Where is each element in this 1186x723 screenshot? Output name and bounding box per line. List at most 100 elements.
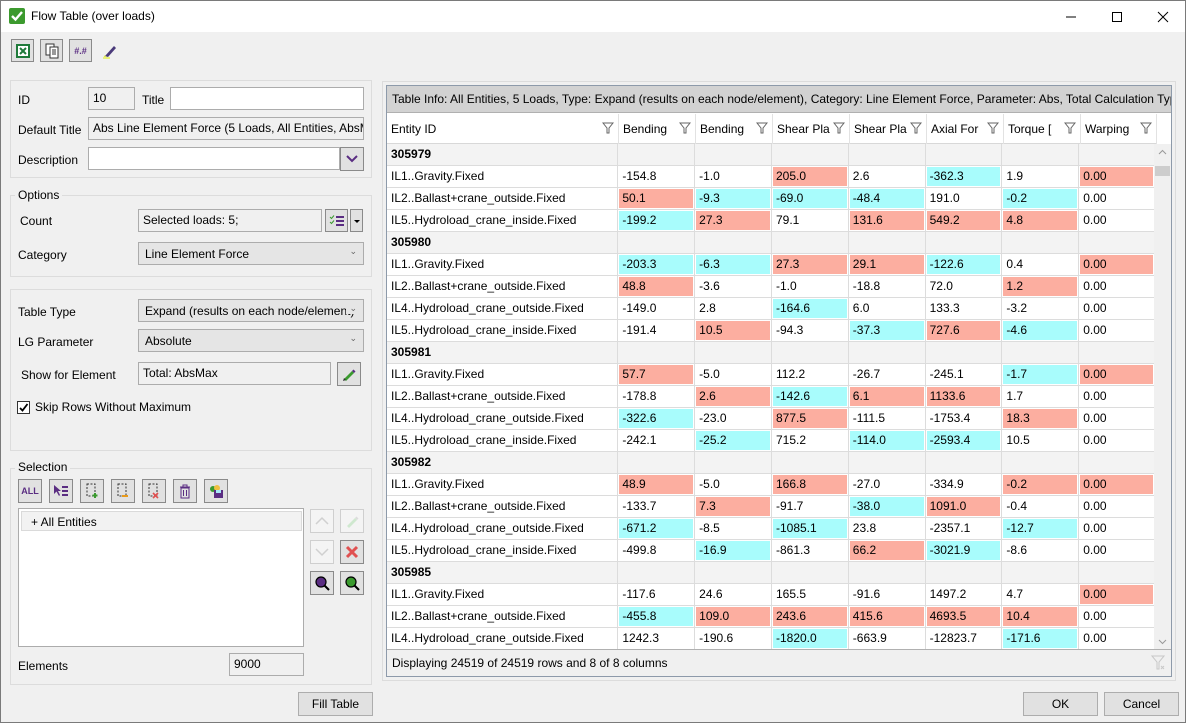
table-row[interactable]: IL4..Hydroload_crane_outside.Fixed -149.0…: [387, 298, 1155, 320]
table-row[interactable]: IL4..Hydroload_crane_outside.Fixed -671.2…: [387, 518, 1155, 540]
filter-icon[interactable]: [832, 122, 846, 137]
value-cell: -9.3: [695, 188, 772, 210]
column-header[interactable]: Warping: [1081, 114, 1157, 144]
table-row[interactable]: IL4..Hydroload_crane_outside.Fixed -322.6…: [387, 408, 1155, 430]
table-row[interactable]: IL5..Hydroload_crane_inside.Fixed -199.2 2…: [387, 210, 1155, 232]
table-row[interactable]: IL5..Hydroload_crane_inside.Fixed -242.1 -…: [387, 430, 1155, 452]
vertical-scrollbar[interactable]: [1154, 144, 1171, 650]
filter-icon[interactable]: [755, 122, 769, 137]
value-cell: -48.4: [848, 188, 926, 210]
cell-value: 6.0: [852, 301, 870, 315]
filter-icon[interactable]: [909, 122, 923, 137]
select-all-button[interactable]: ALL: [18, 479, 42, 503]
column-header[interactable]: Shear Pla: [773, 114, 850, 144]
entity-group-row[interactable]: 305981: [387, 342, 1155, 364]
column-header[interactable]: Bending: [619, 114, 696, 144]
table-row[interactable]: IL1..Gravity.Fixed -117.6 24.6 165.5 -91.6 14…: [387, 584, 1155, 606]
cell-value: 23.8: [852, 521, 877, 535]
highlight-button[interactable]: [98, 39, 121, 62]
select-loads-button[interactable]: [325, 209, 348, 232]
column-header[interactable]: Bending: [696, 114, 773, 144]
scrollbar-thumb[interactable]: [1155, 166, 1170, 176]
column-header[interactable]: Shear Pla: [850, 114, 927, 144]
value-cell: -861.3: [771, 540, 849, 562]
description-input[interactable]: [88, 147, 340, 170]
select-by-list-button[interactable]: [49, 479, 73, 503]
table-row[interactable]: IL5..Hydroload_crane_inside.Fixed -191.4 1…: [387, 320, 1155, 342]
select-loads-dropdown[interactable]: [350, 209, 363, 232]
add-to-selection-button[interactable]: [80, 479, 104, 503]
filter-icon[interactable]: [1139, 122, 1153, 137]
table-row[interactable]: IL1..Gravity.Fixed -154.8 -1.0 205.0 2.6 -362…: [387, 166, 1155, 188]
table-row[interactable]: IL2..Ballast+crane_outside.Fixed 48.8 -3.6…: [387, 276, 1155, 298]
cancel-button[interactable]: Cancel: [1104, 692, 1179, 716]
show-for-element-field: Total: AbsMax: [138, 362, 331, 385]
table-row[interactable]: IL2..Ballast+crane_outside.Fixed 50.1 -9.3…: [387, 188, 1155, 210]
cell-value: -3021.9: [929, 543, 971, 557]
delete-selection-button[interactable]: [173, 479, 197, 503]
load-name-cell: IL5..Hydroload_crane_inside.Fixed: [387, 430, 619, 452]
column-header[interactable]: Axial For: [927, 114, 1004, 144]
clear-selection-button[interactable]: [142, 479, 166, 503]
zoom-selection-button[interactable]: [310, 571, 334, 595]
value-cell: -663.9: [848, 628, 926, 650]
value-cell: -362.3: [925, 166, 1003, 188]
title-input[interactable]: [170, 87, 364, 110]
lg-parameter-select[interactable]: Absolute ⌄: [138, 329, 364, 352]
table-type-select[interactable]: Expand (results on each node/element) ⌄: [138, 299, 364, 322]
remove-item-button[interactable]: [340, 540, 364, 564]
table-row[interactable]: IL1..Gravity.Fixed -203.3 -6.3 27.3 29.1 -122…: [387, 254, 1155, 276]
edit-show-for-element-button[interactable]: [337, 362, 361, 386]
table-row[interactable]: IL2..Ballast+crane_outside.Fixed -133.7 7.…: [387, 496, 1155, 518]
edit-selection-button[interactable]: [340, 509, 364, 533]
value-cell: 205.0: [771, 166, 849, 188]
table-row[interactable]: IL1..Gravity.Fixed 48.9 -5.0 166.8 -27.0 -334…: [387, 474, 1155, 496]
column-header[interactable]: Entity ID: [387, 114, 619, 144]
category-select[interactable]: Line Element Force ⌄: [138, 242, 364, 265]
value-cell: -190.6: [695, 628, 772, 650]
remove-from-selection-button[interactable]: [111, 479, 135, 503]
selection-group-label: Selection: [15, 460, 71, 474]
cell-value: 0.00: [1083, 301, 1107, 315]
fill-table-button[interactable]: Fill Table: [298, 692, 373, 716]
list-item[interactable]: + All Entities: [21, 511, 302, 531]
value-cell: -38.0: [848, 496, 926, 518]
save-selection-button[interactable]: [204, 479, 228, 503]
excel-export-button[interactable]: [11, 39, 34, 62]
value-cell: -178.8: [618, 386, 696, 408]
zoom-all-button[interactable]: [340, 571, 364, 595]
column-header[interactable]: Torque [: [1004, 114, 1081, 144]
entity-group-row[interactable]: 305982: [387, 452, 1155, 474]
value-cell: -191.4: [618, 320, 696, 342]
clear-filter-icon[interactable]: [1151, 655, 1165, 671]
copy-button[interactable]: [40, 39, 63, 62]
skip-rows-checkbox[interactable]: [17, 401, 30, 414]
number-format-button[interactable]: #.#: [69, 39, 92, 62]
filter-icon[interactable]: [986, 122, 1000, 137]
move-down-button[interactable]: [310, 540, 334, 564]
cell-value: 0.00: [1083, 631, 1107, 645]
entity-group-row[interactable]: 305979: [387, 144, 1155, 166]
table-row[interactable]: IL2..Ballast+crane_outside.Fixed -455.8 10…: [387, 606, 1155, 628]
entity-group-row[interactable]: 305985: [387, 562, 1155, 584]
entity-group-row[interactable]: 305980: [387, 232, 1155, 254]
close-button[interactable]: [1140, 1, 1186, 32]
description-dropdown-button[interactable]: [340, 147, 364, 171]
ok-button[interactable]: OK: [1023, 692, 1098, 716]
table-row[interactable]: IL1..Gravity.Fixed 57.7 -5.0 112.2 -26.7 -245…: [387, 364, 1155, 386]
value-cell: 1.9: [1002, 166, 1080, 188]
filter-icon[interactable]: [1063, 122, 1077, 137]
value-cell: 1133.6: [925, 386, 1003, 408]
filter-icon[interactable]: [678, 122, 692, 137]
maximize-button[interactable]: [1094, 1, 1140, 32]
empty-cell: [771, 562, 849, 584]
table-row[interactable]: IL4..Hydroload_crane_outside.Fixed 1242.3…: [387, 628, 1155, 650]
filter-icon[interactable]: [601, 122, 615, 137]
selection-list[interactable]: + All Entities: [18, 508, 304, 647]
table-row[interactable]: IL5..Hydroload_crane_inside.Fixed -499.8 -…: [387, 540, 1155, 562]
grid-body[interactable]: 305979 IL1..Gravity.Fixed -154.8 -1.0 205.0 2…: [387, 144, 1155, 650]
cell-value: -191.4: [622, 323, 657, 337]
table-row[interactable]: IL2..Ballast+crane_outside.Fixed -178.8 2.…: [387, 386, 1155, 408]
minimize-button[interactable]: [1048, 1, 1094, 32]
move-up-button[interactable]: [310, 509, 334, 533]
